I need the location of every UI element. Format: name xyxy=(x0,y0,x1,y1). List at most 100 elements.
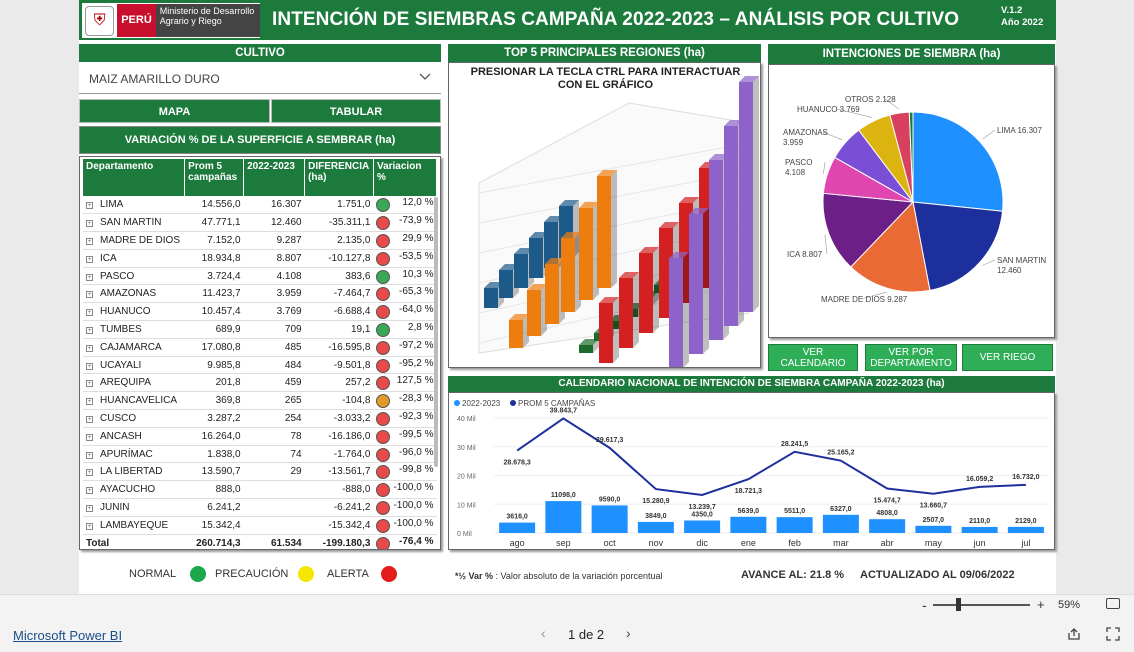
calendar-bar[interactable] xyxy=(545,501,582,533)
bar-3d[interactable] xyxy=(724,126,738,326)
table-row[interactable]: + PASCO 3.724,4 4.108 383,6 10,3 % xyxy=(83,267,437,286)
expand-icon[interactable]: + xyxy=(86,522,93,530)
table-row[interactable]: + MADRE DE DIOS 7.152,0 9.287 2.135,0 29,9 % xyxy=(83,231,437,250)
expand-icon[interactable]: + xyxy=(86,326,93,334)
calendar-bar[interactable] xyxy=(591,505,628,533)
table-row[interactable]: + AMAZONAS 11.423,7 3.959 -7.464,7 -65,3 % xyxy=(83,284,437,304)
bar-3d[interactable] xyxy=(689,214,703,354)
table-row[interactable]: + TUMBES 689,9 709 19,1 2,8 % xyxy=(83,320,437,339)
ver-riego-button[interactable]: VER RIEGO xyxy=(962,344,1053,371)
expand-icon[interactable]: + xyxy=(86,504,93,512)
bar-3d[interactable] xyxy=(739,82,753,312)
calendar-bar[interactable] xyxy=(776,517,813,533)
calendar-chart-panel[interactable]: 0 Mil 10 Mil 20 Mil 30 Mil 40 Mil 2022-2023 PR… xyxy=(448,392,1055,550)
intenciones-pie-chart[interactable]: LIMA 16.307 SAN MARTIN12.460 MADRE DE DIOS… xyxy=(769,65,1056,339)
expand-icon[interactable]: + xyxy=(86,202,93,210)
bar-3d[interactable] xyxy=(529,238,543,278)
bar-3d[interactable] xyxy=(639,253,653,333)
pie-chart-panel[interactable]: LIMA 16.307 SAN MARTIN 12.460 MADRE DE DIOS… xyxy=(768,64,1055,338)
expand-icon[interactable]: + xyxy=(86,237,93,245)
ver-por-departamento-button[interactable]: VER POR DEPARTAMENTO xyxy=(865,344,957,371)
zoom-in-button[interactable]: + xyxy=(1037,597,1045,612)
calendar-bar[interactable] xyxy=(684,520,721,533)
bar-3d[interactable] xyxy=(579,208,593,300)
expand-icon[interactable]: + xyxy=(86,344,93,352)
table-row[interactable]: + CAJAMARCA 17.080,8 485 -16.595,8 -97,2 % xyxy=(83,338,437,357)
expand-icon[interactable]: + xyxy=(86,487,93,495)
calendar-bar[interactable] xyxy=(730,516,767,533)
table-row[interactable]: + LA LIBERTAD 13.590,7 29 -13.561,7 -99,8 % xyxy=(83,462,437,482)
power-bi-link[interactable]: Microsoft Power BI xyxy=(13,628,122,643)
bar-3d[interactable] xyxy=(509,320,523,348)
table-row[interactable]: + APURÍMAC 1.838,0 74 -1.764,0 -96,0 % xyxy=(83,445,437,464)
bar-3d[interactable] xyxy=(709,160,723,340)
zoom-slider-thumb[interactable] xyxy=(956,598,961,611)
calendar-bar[interactable] xyxy=(915,525,952,533)
ver-calendario-button[interactable]: VER CALENDARIO xyxy=(768,344,858,371)
tab-tabular[interactable]: TABULAR xyxy=(271,99,441,123)
col-header[interactable]: Departamento xyxy=(83,159,186,196)
expand-icon[interactable]: + xyxy=(86,398,93,406)
bar-3d[interactable] xyxy=(527,290,541,336)
expand-icon[interactable]: + xyxy=(86,291,93,299)
calendar-bar[interactable] xyxy=(499,522,536,533)
bar-3d[interactable] xyxy=(484,288,498,308)
bar-3d[interactable] xyxy=(599,303,613,363)
expand-icon[interactable]: + xyxy=(86,469,93,477)
calendar-bar[interactable] xyxy=(961,526,998,533)
tab-mapa[interactable]: MAPA xyxy=(79,99,270,123)
expand-icon[interactable]: + xyxy=(86,433,93,441)
col-header[interactable]: 2022-2023 xyxy=(243,159,306,196)
table-row[interactable]: + JUNIN 6.241,2 -6.241,2 -100,0 % xyxy=(83,498,437,517)
table-row[interactable]: + HUANCAVELICA 369,8 265 -104,8 -28,3 % xyxy=(83,391,437,411)
zoom-slider[interactable] xyxy=(933,604,1030,606)
col-header[interactable]: Prom 5 campañas xyxy=(184,159,245,196)
fit-to-page-icon[interactable] xyxy=(1106,598,1120,609)
bar-3d[interactable] xyxy=(514,254,528,288)
table-row[interactable]: + UCAYALI 9.985,8 484 -9.501,8 -95,2 % xyxy=(83,356,437,375)
expand-icon[interactable]: + xyxy=(86,220,93,228)
bar-3d[interactable] xyxy=(597,176,611,288)
legend-series-2022[interactable]: 2022-2023 xyxy=(462,399,501,408)
top5-3d-bar-chart[interactable] xyxy=(449,63,761,368)
table-row[interactable]: + LAMBAYEQUE 15.342,4 -15.342,4 -100,0 % xyxy=(83,516,437,535)
bar-3d[interactable] xyxy=(561,238,575,312)
table-row[interactable]: + SAN MARTIN 47.771,1 12.460 -35.311,1 -73,9 … xyxy=(83,213,437,233)
calendar-bar[interactable] xyxy=(637,521,674,533)
top5-chart-panel[interactable]: PRESIONAR LA TECLA CTRL PARA INTERACTUAR… xyxy=(448,62,761,368)
table-row[interactable]: + ICA 18.934,8 8.807 -10.127,8 -53,5 % xyxy=(83,249,437,268)
table-row[interactable]: + LIMA 14.556,0 16.307 1.751,0 12,0 % xyxy=(83,196,437,215)
calendar-bar[interactable] xyxy=(1007,526,1044,533)
expand-icon[interactable]: + xyxy=(86,273,93,281)
expand-icon[interactable]: + xyxy=(86,362,93,370)
prom-line[interactable] xyxy=(516,417,1026,496)
expand-icon[interactable]: + xyxy=(86,309,93,317)
bar-3d[interactable] xyxy=(669,258,683,368)
table-row[interactable]: + ANCASH 16.264,0 78 -16.186,0 -99,5 % xyxy=(83,427,437,446)
table-row[interactable]: + HUANUCO 10.457,4 3.769 -6.688,4 -64,0 % xyxy=(83,302,437,322)
cultivo-dropdown[interactable]: MAIZ AMARILLO DURO xyxy=(79,62,441,94)
bar-3d[interactable] xyxy=(499,270,513,298)
expand-icon[interactable]: + xyxy=(86,415,93,423)
col-header[interactable]: DIFERENCIA (ha) xyxy=(304,159,374,196)
table-scrollbar[interactable] xyxy=(434,197,438,467)
expand-icon[interactable]: + xyxy=(86,380,93,388)
table-row[interactable]: + AREQUIPA 201,8 459 257,2 127,5 % xyxy=(83,373,437,393)
pie-slice[interactable] xyxy=(912,111,1004,212)
bar-3d[interactable] xyxy=(619,278,633,348)
col-header[interactable]: Variacion % xyxy=(373,159,438,196)
expand-icon[interactable]: + xyxy=(86,255,93,263)
calendar-bar[interactable] xyxy=(869,519,906,533)
share-icon[interactable] xyxy=(1067,627,1081,641)
calendar-combo-chart[interactable]: 0 Mil10 Mil20 Mil30 Mil40 Mil2022-2023 PR… xyxy=(449,393,1056,551)
next-page-icon[interactable]: › xyxy=(626,625,631,641)
table-row[interactable]: + AYACUCHO 888,0 -888,0 -100,0 % xyxy=(83,480,437,500)
calendar-bar[interactable] xyxy=(822,514,859,533)
fullscreen-icon[interactable] xyxy=(1106,627,1120,641)
expand-icon[interactable]: + xyxy=(86,451,93,459)
prev-page-icon[interactable]: ‹ xyxy=(541,625,546,641)
zoom-out-button[interactable]: - xyxy=(922,597,927,613)
bar-3d[interactable] xyxy=(579,345,593,353)
table-row[interactable]: + CUSCO 3.287,2 254 -3.033,2 -92,3 % xyxy=(83,409,437,428)
bar-3d[interactable] xyxy=(545,264,559,324)
